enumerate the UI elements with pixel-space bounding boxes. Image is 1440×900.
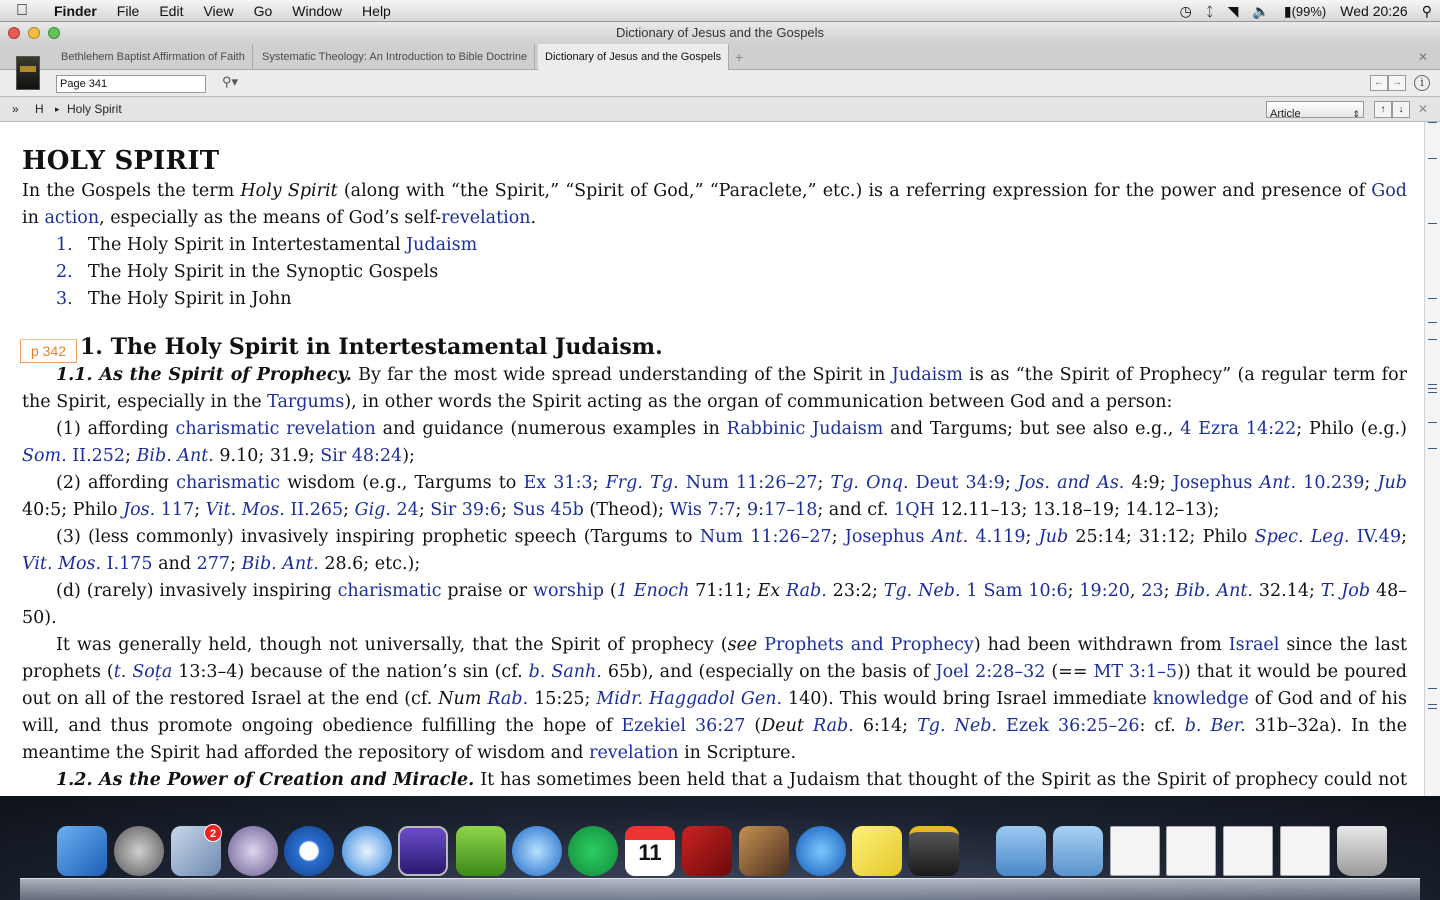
menu-file[interactable]: File (107, 3, 150, 19)
breadcrumb: » H ▸ Holy Spirit Article ⇕ ↑ ↓ ✕ (0, 96, 1440, 122)
article-content[interactable]: HOLY SPIRIT In the Gospels the term Holy… (0, 122, 1424, 796)
bluetooth-icon[interactable]: ᛨ (1206, 4, 1214, 19)
tab-dictionary[interactable]: Dictionary of Jesus and the Gospels (538, 44, 730, 71)
safari-icon[interactable] (342, 826, 392, 876)
finder-icon[interactable] (57, 826, 107, 876)
menu-edit[interactable]: Edit (149, 3, 193, 19)
vertical-scrollbar[interactable] (1424, 122, 1440, 796)
close-navbar-icon[interactable]: ✕ (1418, 97, 1428, 121)
menu-bar:  Finder File Edit View Go Window Help ◷… (0, 0, 1440, 22)
calendar-day: 11 (638, 840, 662, 865)
mail-badge: 2 (204, 824, 222, 842)
section-1: p 342 1. The Holy Spirit in Intertestame… (20, 332, 1407, 363)
paragraph: (3) (less commonly) invasively inspiring… (22, 527, 1407, 574)
spotlight-icon[interactable]: ⚲ (1422, 3, 1432, 20)
display-icon[interactable] (398, 826, 448, 876)
paragraph: (2) affording charismatic wisdom (e.g., … (22, 473, 1407, 520)
volume-icon[interactable]: 🔈 (1252, 3, 1269, 20)
launchpad-icon[interactable] (114, 826, 164, 876)
paragraph: (d) (rarely) invasively inspiring charis… (22, 581, 1407, 628)
back-button[interactable]: ← (1370, 75, 1388, 91)
intro-paragraph: In the Gospels the term Holy Spirit (alo… (22, 181, 1407, 228)
minimized-window-icon[interactable] (1166, 826, 1216, 876)
menu-window[interactable]: Window (282, 3, 352, 19)
info-icon[interactable]: i (1414, 75, 1430, 91)
zoom-window-button[interactable] (48, 27, 60, 39)
article-title: HOLY SPIRIT (22, 146, 220, 176)
toolbar: Page 341 ⚲▾ ← → i (0, 56, 1440, 96)
breadcrumb-topic[interactable]: Holy Spirit (67, 97, 122, 121)
dock: 2 11 (0, 796, 1440, 900)
section-heading: 1. The Holy Spirit in Intertestamental J… (80, 334, 663, 360)
minimized-window-icon[interactable] (1223, 826, 1273, 876)
tab-bethlehem[interactable]: Bethlehem Baptist Affirmation of Faith (54, 44, 253, 70)
window-title: Dictionary of Jesus and the Gospels (615, 25, 825, 40)
applications-folder-icon[interactable] (996, 826, 1046, 876)
breadcrumb-separator-icon: ▸ (55, 104, 60, 114)
tab-systematic-theology[interactable]: Systematic Theology: An Introduction to … (255, 44, 536, 70)
app-store-icon[interactable] (796, 826, 846, 876)
outline-list: 1. The Holy Spirit in Intertestamental Ju… (56, 232, 1407, 313)
breadcrumb-letter[interactable]: H (35, 97, 44, 121)
close-tab-icon[interactable]: ✕ (1418, 44, 1428, 70)
itunes-icon[interactable] (512, 826, 562, 876)
menu-view[interactable]: View (193, 3, 243, 19)
logos-search-icon[interactable] (284, 826, 334, 876)
close-window-button[interactable] (8, 27, 20, 39)
menu-app-finder[interactable]: Finder (44, 3, 107, 19)
final-cut-icon[interactable] (909, 826, 959, 876)
wifi-icon[interactable]: ◥ (1228, 3, 1239, 20)
view-select[interactable]: Article ⇕ (1266, 101, 1364, 120)
apple-menu-icon[interactable]:  (0, 2, 44, 20)
documents-folder-icon[interactable] (1053, 826, 1103, 876)
search-options-icon[interactable]: ⚲▾ (222, 74, 238, 90)
title-bar: Dictionary of Jesus and the Gospels (0, 22, 1440, 44)
minimize-window-button[interactable] (28, 27, 40, 39)
add-tab-button[interactable]: + (728, 44, 750, 70)
next-article-button[interactable]: ↓ (1392, 101, 1410, 118)
spotify-icon[interactable] (568, 826, 618, 876)
page-field[interactable]: Page 341 (56, 75, 206, 93)
iphoto-icon[interactable] (739, 826, 789, 876)
page-marker: p 342 (20, 339, 78, 363)
paragraph: It was generally held, though not univer… (22, 635, 1408, 763)
clock[interactable]: Wed 20:26 (1340, 3, 1407, 19)
dock-shelf (20, 878, 1420, 900)
time-machine-icon[interactable]: ◷ (1180, 3, 1192, 20)
minimized-window-icon[interactable] (1110, 826, 1160, 876)
list-item[interactable]: 1. The Holy Spirit in Intertestamental Ju… (56, 232, 1407, 259)
battery-icon[interactable]: ▮(99%) (1284, 3, 1326, 20)
evernote-icon[interactable] (456, 826, 506, 876)
menu-go[interactable]: Go (244, 3, 283, 19)
article: HOLY SPIRIT In the Gospels the term Holy… (20, 144, 1408, 796)
list-item[interactable]: 2. The Holy Spirit in the Synoptic Gospel… (56, 259, 1407, 286)
photo-booth-icon[interactable] (682, 826, 732, 876)
expand-chevron-icon[interactable]: » (12, 97, 19, 121)
minimized-window-icon[interactable] (1280, 826, 1330, 876)
app-window: Dictionary of Jesus and the Gospels Beth… (0, 22, 1440, 796)
list-item[interactable]: 3. The Holy Spirit in John (56, 286, 1407, 313)
trash-icon[interactable] (1337, 826, 1387, 876)
book-cover-icon[interactable] (16, 56, 40, 90)
paragraph: 1.2. As the Power of Creation and Miracl… (56, 770, 1407, 790)
tab-bar: Bethlehem Baptist Affirmation of Faith S… (0, 44, 1440, 71)
forward-button[interactable]: → (1388, 75, 1406, 91)
previous-article-button[interactable]: ↑ (1374, 101, 1392, 118)
calendar-icon[interactable]: 11 (625, 826, 675, 876)
quill-app-icon[interactable] (228, 826, 278, 876)
paragraph: 1.1. As the Spirit of Prophecy. By far t… (22, 365, 1407, 412)
menu-help[interactable]: Help (352, 3, 401, 19)
paragraph: (1) affording charismatic revelation and… (22, 419, 1407, 466)
stickies-icon[interactable] (852, 826, 902, 876)
battery-percent: (99%) (1291, 3, 1327, 19)
